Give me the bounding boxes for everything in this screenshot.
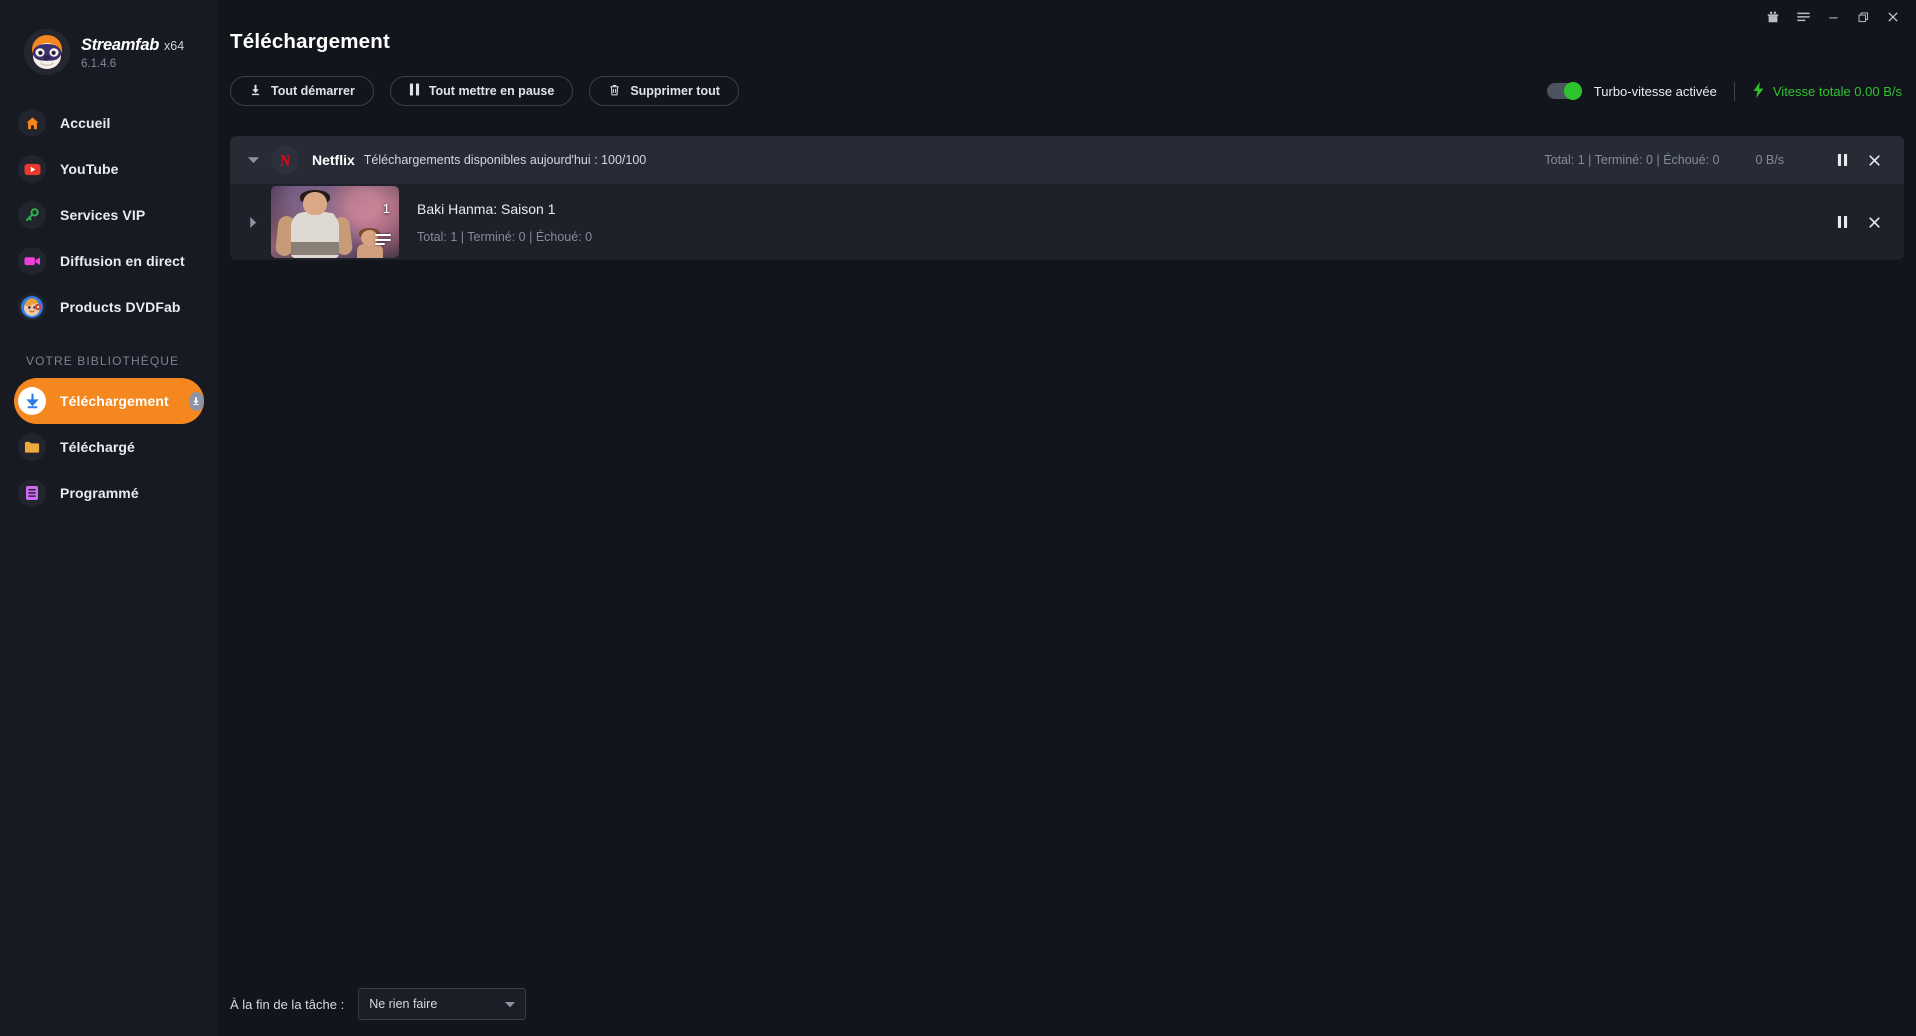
episode-stack-icon — [375, 234, 391, 245]
pause-all-button[interactable]: Tout mettre en pause — [389, 76, 574, 106]
group-subtitle: Téléchargements disponibles aujourd'hui … — [363, 153, 647, 167]
group-stats: Total: 1 | Terminé: 0 | Échoué: 0 — [1544, 153, 1720, 167]
download-badge-icon — [188, 391, 204, 411]
chevron-down-icon[interactable] — [244, 151, 262, 169]
sidebar-item-label: Téléchargé — [60, 439, 135, 455]
menu-icon[interactable] — [1788, 2, 1818, 32]
start-all-button[interactable]: Tout démarrer — [230, 76, 374, 106]
chevron-down-icon — [505, 995, 516, 1013]
pause-all-label: Tout mettre en pause — [428, 84, 555, 98]
restore-icon[interactable] — [1848, 2, 1878, 32]
after-task-select[interactable]: Ne rien faire — [358, 988, 527, 1020]
task-stats: Total: 1 | Terminé: 0 | Échoué: 0 — [417, 229, 593, 244]
brand-name: Streamfab — [81, 36, 159, 54]
sidebar-item-telecharge[interactable]: Téléchargé — [14, 424, 204, 470]
sidebar-item-label: Programmé — [60, 485, 139, 501]
turbo-speed-label: Turbo-vitesse activée — [1593, 83, 1717, 99]
sidebar-section-title: VOTRE BIBLIOTHÈQUE — [26, 354, 180, 368]
main-content: Téléchargement Tout démarrer Tout mettre… — [218, 0, 1916, 1036]
download-group-netflix: N Netflix Téléchargements disponibles au… — [230, 136, 1904, 260]
titlebar — [1758, 0, 1916, 34]
video-camera-icon — [18, 247, 46, 275]
total-speed-label: Vitesse totale 0.00 B/s — [1772, 83, 1902, 99]
sidebar-item-telechargement[interactable]: Téléchargement — [14, 378, 204, 424]
minimize-icon[interactable] — [1818, 2, 1848, 32]
delete-all-label: Supprimer tout — [630, 84, 720, 98]
toolbar: Tout démarrer Tout mettre en pause Suppr… — [218, 54, 1916, 106]
chevron-right-icon[interactable] — [244, 213, 262, 231]
sidebar-item-label: Services VIP — [60, 207, 146, 223]
task-info: Baki Hanma: Saison 1 Total: 1 | Terminé:… — [417, 201, 592, 244]
start-all-label: Tout démarrer — [271, 84, 355, 98]
brand: Streamfab x64 6.1.4.6 — [0, 0, 218, 86]
table-row[interactable]: 1 Baki Hanma: Saison 1 Total: 1 | Termin… — [230, 184, 1904, 260]
task-title: Baki Hanma: Saison 1 — [417, 200, 556, 217]
group-speed: 0 B/s — [1755, 153, 1785, 167]
sidebar-item-diffusion-en-direct[interactable]: Diffusion en direct — [14, 238, 204, 284]
group-close-button[interactable] — [1862, 148, 1886, 172]
dvdfab-avatar-icon — [18, 293, 46, 321]
lightning-bolt-icon — [1752, 81, 1765, 101]
app-window: Streamfab x64 6.1.4.6 Accueil YouTube Se… — [0, 0, 1916, 1036]
schedule-list-icon — [18, 479, 46, 507]
after-task-label: À la fin de la tâche : — [230, 996, 345, 1012]
brand-arch: x64 — [164, 39, 185, 53]
download-arrow-icon — [18, 387, 46, 415]
sidebar-item-products-dvdfab[interactable]: Products DVDFab — [14, 284, 204, 330]
netflix-n-icon: N — [271, 146, 299, 174]
sidebar: Streamfab x64 6.1.4.6 Accueil YouTube Se… — [0, 0, 218, 1036]
sidebar-item-programme[interactable]: Programmé — [14, 470, 204, 516]
total-speed: Vitesse totale 0.00 B/s — [1752, 81, 1902, 101]
streamfab-sloth-logo — [24, 29, 70, 75]
group-provider-name: Netflix — [312, 152, 355, 168]
download-list: N Netflix Téléchargements disponibles au… — [230, 136, 1904, 260]
trash-icon — [608, 83, 621, 100]
folder-icon — [18, 433, 46, 461]
task-close-button[interactable] — [1862, 210, 1886, 234]
turbo-speed-toggle[interactable] — [1546, 82, 1582, 100]
page-title: Téléchargement — [230, 30, 391, 53]
download-icon — [249, 83, 262, 100]
pause-icon — [409, 83, 420, 99]
after-task-value: Ne rien faire — [369, 997, 438, 1011]
sidebar-nav: Accueil YouTube Services VIP Diffusion e… — [0, 100, 218, 516]
home-icon — [18, 109, 46, 137]
thumbnail-count: 1 — [382, 201, 390, 216]
toggle-knob — [1563, 82, 1582, 100]
group-header[interactable]: N Netflix Téléchargements disponibles au… — [230, 136, 1904, 184]
sidebar-item-accueil[interactable]: Accueil — [14, 100, 204, 146]
footer-bar: À la fin de la tâche : Ne rien faire — [230, 988, 527, 1020]
sidebar-item-label: YouTube — [60, 161, 119, 177]
toolbar-right: Turbo-vitesse activée Vitesse totale 0.0… — [1546, 76, 1902, 106]
close-icon[interactable] — [1878, 2, 1908, 32]
sidebar-item-services-vip[interactable]: Services VIP — [14, 192, 204, 238]
delete-all-button[interactable]: Supprimer tout — [589, 76, 739, 106]
sidebar-item-label: Accueil — [60, 115, 111, 131]
sidebar-item-label: Diffusion en direct — [60, 253, 185, 269]
sidebar-item-label: Téléchargement — [60, 393, 169, 409]
toolbar-separator — [1733, 81, 1735, 101]
group-pause-button[interactable] — [1830, 148, 1854, 172]
sidebar-item-label: Products DVDFab — [60, 299, 181, 315]
task-pause-button[interactable] — [1830, 210, 1854, 234]
sidebar-item-youtube[interactable]: YouTube — [14, 146, 204, 192]
key-icon — [18, 201, 46, 229]
brand-version: 6.1.4.6 — [81, 58, 117, 70]
youtube-icon — [18, 155, 46, 183]
task-thumbnail: 1 — [271, 186, 399, 258]
gift-icon[interactable] — [1758, 2, 1788, 32]
